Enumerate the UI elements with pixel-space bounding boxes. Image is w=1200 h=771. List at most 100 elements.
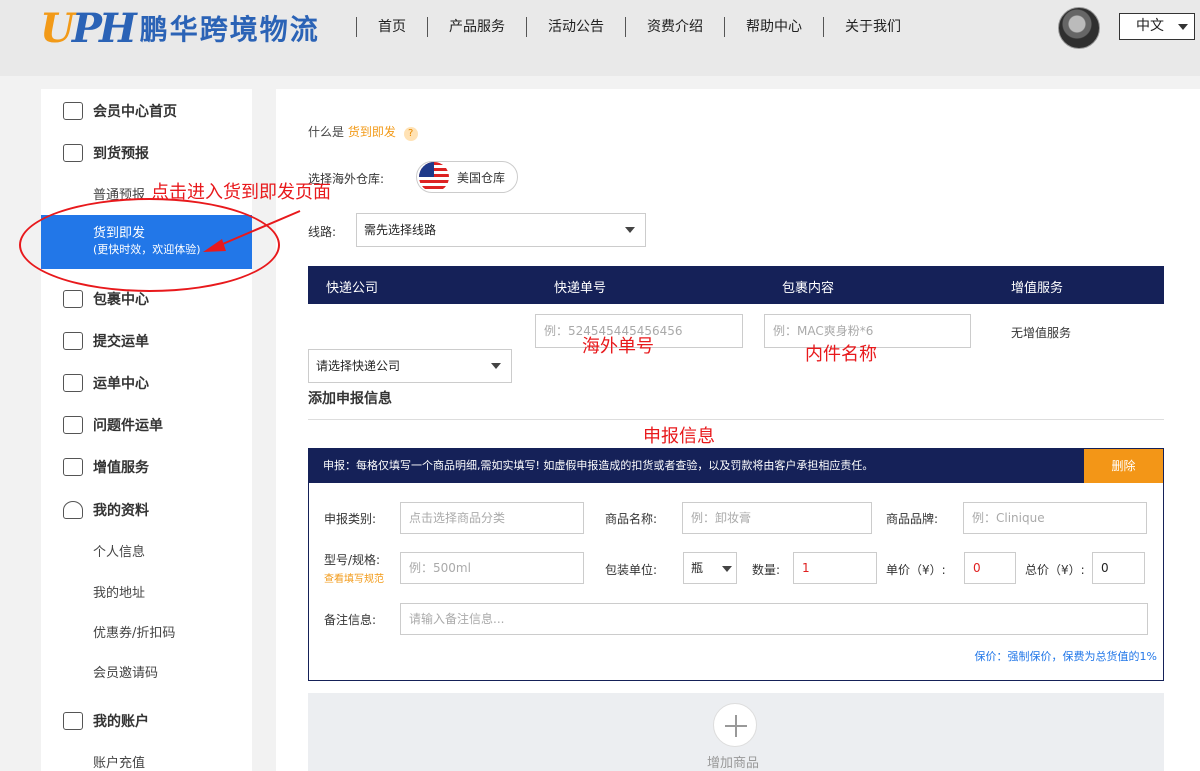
what-is-label: 什么是 xyxy=(308,125,345,139)
add-declaration-title: 添加申报信息 xyxy=(308,391,392,407)
add-product-label: 增加商品 xyxy=(707,756,760,771)
user-avatar[interactable] xyxy=(1058,7,1100,49)
sidebar-item-waybill-center[interactable]: 运单中心 xyxy=(41,363,252,403)
sidebar-item-label: 包裹中心 xyxy=(93,292,149,308)
sidebar-item-value-added[interactable]: 增值服务 xyxy=(41,447,252,487)
category-input[interactable]: 点击选择商品分类 xyxy=(400,502,584,534)
pack-unit-value: 瓶 xyxy=(691,561,704,575)
sidebar-item-member-home[interactable]: 会员中心首页 xyxy=(41,91,252,131)
unit-price-input[interactable]: 0 xyxy=(964,552,1016,584)
truck-icon xyxy=(63,144,83,162)
pack-unit-label: 包装单位: xyxy=(605,563,658,577)
sidebar-item-problem-waybill[interactable]: 问题件运单 xyxy=(41,405,252,445)
main-panel: 什么是 货到即发 ? 选择海外仓库: 美国仓库 线路: 需先选择线路 快递公司 … xyxy=(276,89,1200,771)
remark-input[interactable]: 请输入备注信息... xyxy=(400,603,1148,635)
remark-label: 备注信息: xyxy=(324,613,377,627)
warehouse-name: 美国仓库 xyxy=(457,170,506,185)
brand-input[interactable]: 例：Clinique xyxy=(963,502,1147,534)
annotation-overseas-no: 海外单号 xyxy=(582,336,654,357)
what-is-link[interactable]: 货到即发 xyxy=(348,125,396,139)
chevron-down-icon xyxy=(491,363,501,369)
pack-unit-select[interactable]: 瓶 xyxy=(683,552,737,584)
nav-pricing[interactable]: 资费介绍 xyxy=(626,16,724,38)
col-tracking: 快递单号 xyxy=(554,281,607,296)
sidebar-item-label: 问题件运单 xyxy=(93,418,163,434)
total-price-input[interactable]: 0 xyxy=(1092,552,1145,584)
annotation-ellipse xyxy=(19,198,280,292)
sidebar-item-label: 会员中心首页 xyxy=(93,104,177,120)
box-icon xyxy=(63,458,83,476)
brand-label: 商品品牌: xyxy=(886,512,939,526)
sidebar-item-my-profile[interactable]: 我的资料 xyxy=(41,490,252,530)
sidebar-item-label: 到货预报 xyxy=(93,146,149,162)
model-spec-link[interactable]: 查看填写规范 xyxy=(324,570,384,585)
category-label: 申报类别: xyxy=(324,512,377,526)
sidebar-item-label: 增值服务 xyxy=(93,460,149,476)
quantity-input[interactable]: 1 xyxy=(793,552,877,584)
sidebar-item-label: 我的资料 xyxy=(93,503,149,519)
product-name-input[interactable]: 例：卸妆膏 xyxy=(682,502,872,534)
chevron-down-icon xyxy=(625,227,635,233)
wallet-icon xyxy=(63,712,83,730)
sidebar-item-personal-info[interactable]: 个人信息 xyxy=(93,541,145,560)
add-product-button[interactable]: 增加商品 xyxy=(308,693,1164,771)
chevron-down-icon xyxy=(1178,24,1188,30)
what-is-help: 什么是 货到即发 ? xyxy=(308,123,418,141)
route-select[interactable]: 需先选择线路 xyxy=(356,213,646,247)
nav-help[interactable]: 帮助中心 xyxy=(725,16,823,38)
sidebar-item-coupons[interactable]: 优惠券/折扣码 xyxy=(93,622,175,641)
user-icon xyxy=(63,501,83,519)
col-courier: 快递公司 xyxy=(326,281,379,296)
nav-announcements[interactable]: 活动公告 xyxy=(527,16,625,38)
col-content: 包裹内容 xyxy=(782,281,835,296)
top-header: UPH 鹏华跨境物流 首页 产品服务 活动公告 资费介绍 帮助中心 关于我们 中… xyxy=(0,0,1200,76)
main-nav: 首页 产品服务 活动公告 资费介绍 帮助中心 关于我们 xyxy=(356,16,922,38)
nav-home[interactable]: 首页 xyxy=(357,16,427,38)
logo-mark: UPH xyxy=(40,4,137,52)
sidebar-item-invite-code[interactable]: 会员邀请码 xyxy=(93,662,158,681)
unit-price-label: 单价（¥）: xyxy=(886,563,946,577)
parcel-icon xyxy=(63,290,83,308)
courier-select-value: 请选择快递公司 xyxy=(316,359,401,373)
model-label: 型号/规格: xyxy=(324,553,381,567)
product-name-label: 商品名称: xyxy=(605,512,658,526)
insurance-note: 保价：强制保价，保费为总货值的1% xyxy=(974,650,1157,663)
model-input[interactable]: 例：500ml xyxy=(400,552,584,584)
declaration-form: 申报：每格仅填写一个商品明细,需如实填写! 如虚假申报造成的扣货或者查验，以及罚… xyxy=(308,448,1164,681)
sidebar-item-label: 提交运单 xyxy=(93,334,149,350)
us-flag-icon xyxy=(419,162,449,192)
inbox-icon xyxy=(63,416,83,434)
monitor-icon xyxy=(63,332,83,350)
home-icon xyxy=(63,102,83,120)
brand-logo[interactable]: UPH 鹏华跨境物流 xyxy=(40,4,320,52)
total-price-label: 总价（¥）: xyxy=(1025,563,1085,577)
chevron-down-icon xyxy=(722,566,732,572)
nav-about[interactable]: 关于我们 xyxy=(824,16,922,38)
section-divider xyxy=(308,419,1164,420)
warehouse-selector[interactable]: 美国仓库 xyxy=(416,161,519,193)
courier-select[interactable]: 请选择快递公司 xyxy=(308,349,512,383)
shipment-table-header: 快递公司 快递单号 包裹内容 增值服务 xyxy=(308,266,1164,304)
annotation-declare-info: 申报信息 xyxy=(643,426,715,447)
route-label: 线路: xyxy=(308,225,337,239)
question-icon[interactable]: ? xyxy=(403,127,418,141)
document-icon xyxy=(63,374,83,392)
language-value: 中文 xyxy=(1136,18,1164,34)
sidebar-item-my-account[interactable]: 我的账户 xyxy=(41,701,252,741)
language-select[interactable]: 中文 xyxy=(1119,13,1195,40)
sidebar-item-arrival-forecast[interactable]: 到货预报 xyxy=(41,133,252,173)
delete-button[interactable]: 删除 xyxy=(1084,449,1163,483)
sidebar-item-label: 我的账户 xyxy=(93,714,149,730)
sidebar-item-recharge[interactable]: 账户充值 xyxy=(93,752,145,771)
sidebar-item-my-address[interactable]: 我的地址 xyxy=(93,582,145,601)
sidebar-item-label: 运单中心 xyxy=(93,376,149,392)
annotation-click-enter: 点击进入货到即发页面 xyxy=(151,182,331,203)
route-select-value: 需先选择线路 xyxy=(364,223,437,237)
quantity-label: 数量: xyxy=(752,563,781,577)
annotation-item-name: 内件名称 xyxy=(805,344,877,365)
nav-products[interactable]: 产品服务 xyxy=(428,16,526,38)
col-value-added: 增值服务 xyxy=(1011,281,1064,296)
sidebar-item-submit-waybill[interactable]: 提交运单 xyxy=(41,321,252,361)
plus-icon xyxy=(713,703,757,747)
value-added-text: 无增值服务 xyxy=(1011,326,1072,340)
